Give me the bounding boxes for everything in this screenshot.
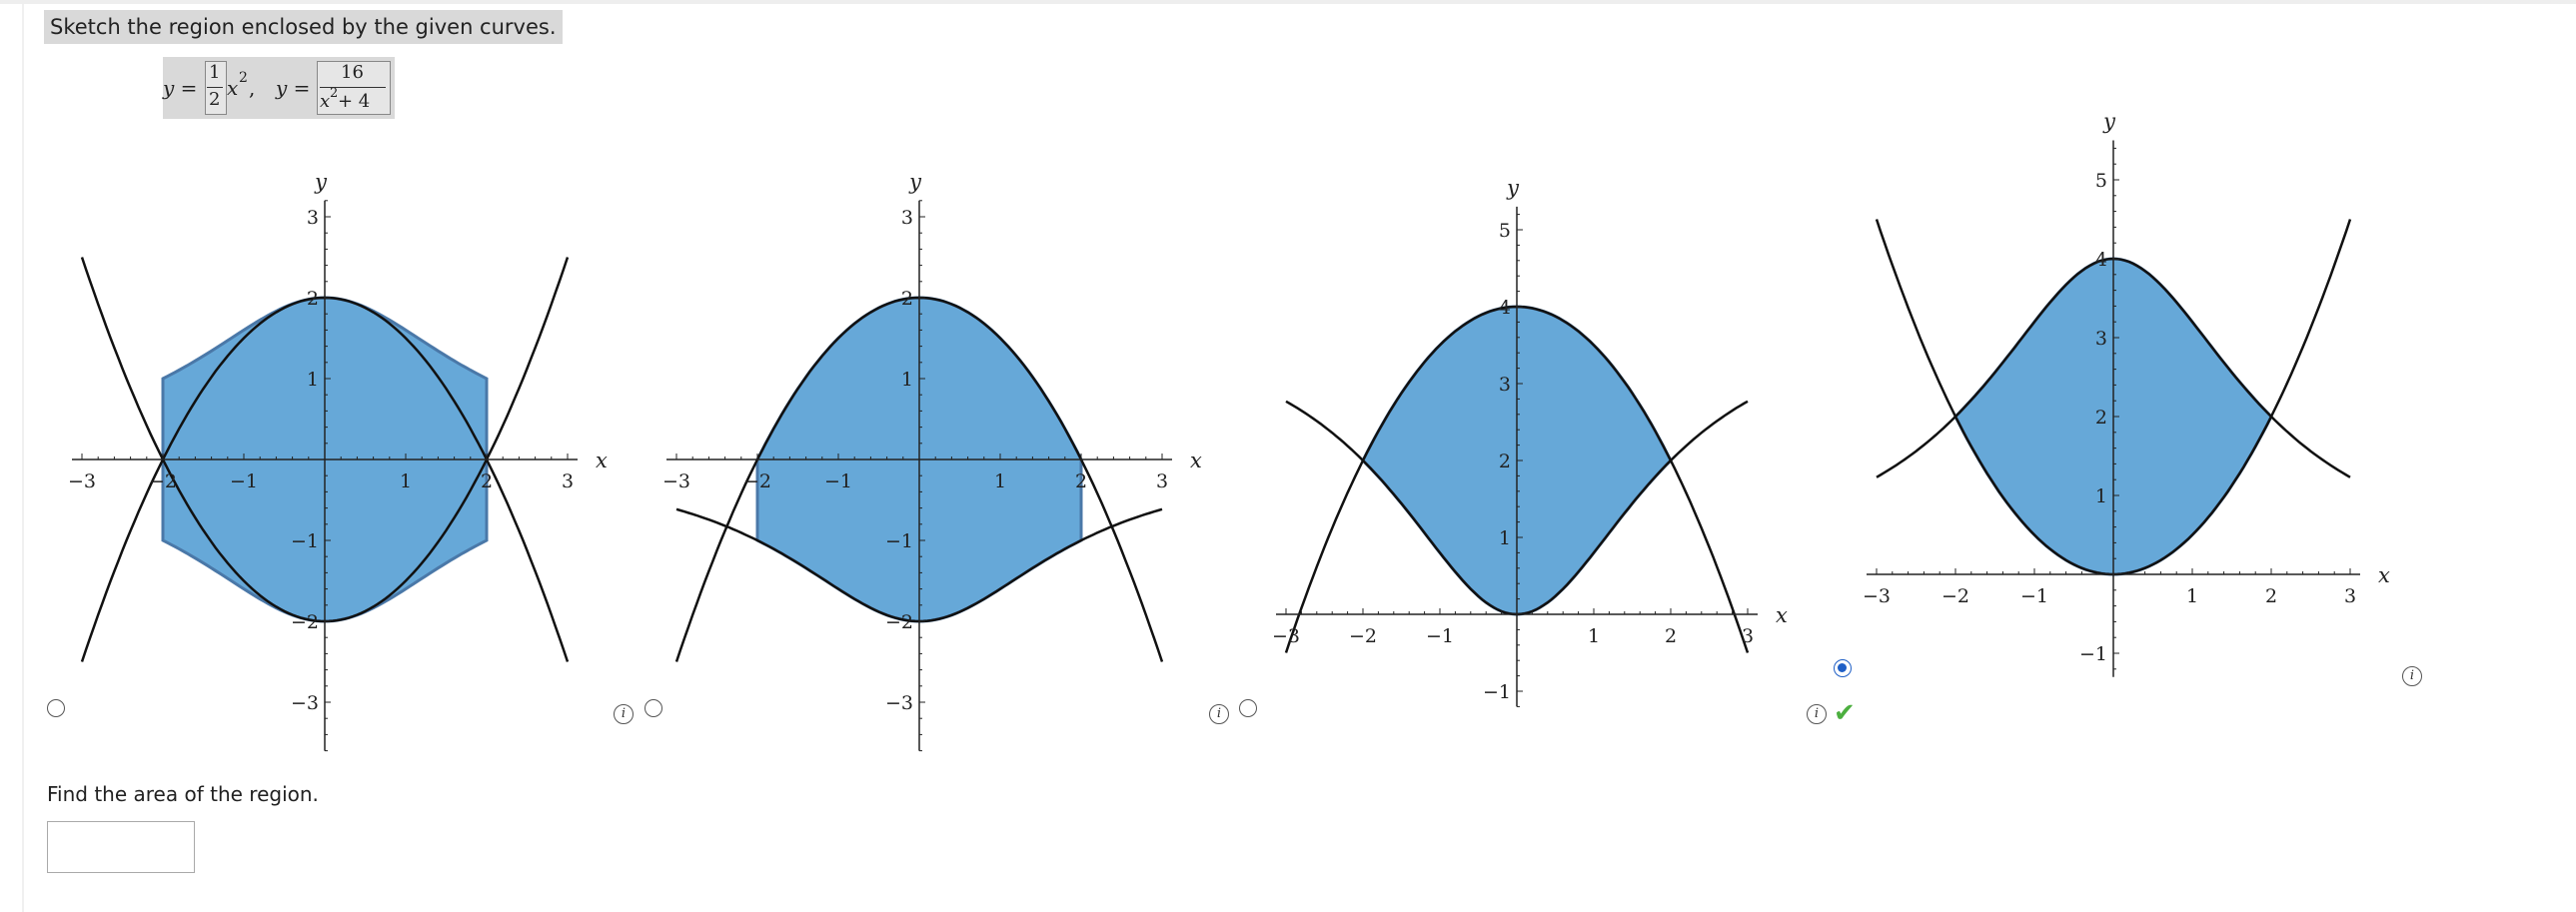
x-tick-label: −2 <box>149 470 177 492</box>
x-axis-label: x <box>1776 603 1788 627</box>
y-tick-label: 3 <box>1499 374 1511 396</box>
left-rule <box>22 4 24 912</box>
y-tick-label: −1 <box>885 530 913 552</box>
y2-lhs: y = <box>276 76 311 100</box>
x-tick-label: 3 <box>562 470 574 492</box>
curve-equations: y = 1 2 x 2 , y = 16 x 2 + 4 <box>163 57 395 119</box>
graph-option-b: −3 −2 −1 1 2 3−3−2−1123xy <box>662 170 1202 752</box>
y-tick-label: 1 <box>2095 485 2107 507</box>
y-tick-label: 3 <box>2095 328 2107 350</box>
y-tick-label: −1 <box>2079 643 2107 665</box>
y-tick-label: −2 <box>885 611 913 633</box>
y-tick-label: −3 <box>885 692 913 714</box>
x-tick-label: 2 <box>481 470 493 492</box>
y-tick-label: 3 <box>901 207 913 229</box>
y-axis-label: y <box>314 170 328 194</box>
graph-option-c: −3 −2 −1 1 2 3 −1 1 2 3 4 5 x y <box>1272 176 1788 707</box>
x-tick-label: 1 <box>2186 585 2198 607</box>
y1-num: 1 <box>209 62 221 83</box>
question-prompt: Sketch the region enclosed by the given … <box>44 10 563 44</box>
x-tick-label: −1 <box>824 470 852 492</box>
x-tick-label: −2 <box>743 470 771 492</box>
y1-exp: 2 <box>239 70 248 86</box>
x-tick-label: −3 <box>1863 585 1891 607</box>
x-tick-label: −1 <box>2020 585 2048 607</box>
y-tick-label: 4 <box>1499 297 1511 319</box>
y-tick-label: 1 <box>901 369 913 391</box>
y1-lhs: y = <box>163 76 198 100</box>
y-axis-label: y <box>2102 110 2116 134</box>
x-tick-label: 2 <box>1075 470 1087 492</box>
info-icon[interactable]: i <box>1807 704 1827 724</box>
y-tick-label: −1 <box>291 530 319 552</box>
separator: , <box>249 76 256 100</box>
y2-den-var: x <box>320 91 331 112</box>
find-area-label: Find the area of the region. <box>47 782 319 806</box>
y-tick-label: 2 <box>901 288 913 310</box>
y-tick-label: 5 <box>2095 170 2107 192</box>
info-icon[interactable]: i <box>1209 704 1229 724</box>
x-axis-label: x <box>596 449 608 472</box>
y-tick-label: 3 <box>307 207 319 229</box>
x-tick-label: −1 <box>1426 625 1454 647</box>
x-tick-label: 1 <box>994 470 1006 492</box>
radio-option-d[interactable] <box>1834 659 1852 677</box>
x-tick-label: −3 <box>68 470 96 492</box>
y-tick-label: 2 <box>2095 407 2107 429</box>
x-tick-label: −1 <box>230 470 258 492</box>
y-tick-label: −1 <box>1483 681 1511 703</box>
x-tick-label: 2 <box>2265 585 2277 607</box>
y-tick-label: 2 <box>1499 451 1511 472</box>
x-axis-label: x <box>2378 563 2390 587</box>
x-tick-label: 2 <box>1665 625 1677 647</box>
x-tick-label: −3 <box>662 470 690 492</box>
y-tick-label: 2 <box>307 288 319 310</box>
graph-option-a: −3 −2 −1 1 2 3−3−2−1123xy <box>68 170 608 752</box>
y-axis-label: y <box>1506 176 1520 200</box>
y-tick-label: −3 <box>291 692 319 714</box>
y-tick-label: 5 <box>1499 220 1511 242</box>
y-tick-label: 1 <box>307 369 319 391</box>
top-rule <box>0 0 2576 4</box>
radio-option-b[interactable] <box>644 699 662 717</box>
correct-check-icon: ✔ <box>1834 698 1856 728</box>
y2-num: 16 <box>341 62 364 83</box>
area-answer-input[interactable] <box>47 821 195 873</box>
x-tick-label: 3 <box>2344 585 2356 607</box>
y1-den: 2 <box>209 89 221 110</box>
x-tick-label: −2 <box>1941 585 1969 607</box>
x-tick-label: 1 <box>400 470 412 492</box>
x-tick-label: 3 <box>1156 470 1168 492</box>
x-axis-label: x <box>1190 449 1202 472</box>
y-tick-label: 1 <box>1499 527 1511 549</box>
x-tick-label: 3 <box>1742 625 1754 647</box>
y-tick-label: −2 <box>291 611 319 633</box>
x-tick-label: −3 <box>1272 625 1300 647</box>
radio-option-a[interactable] <box>47 699 65 717</box>
graph-option-d: −3 −2 −1 1 2 3 −1 1 2 3 4 5 x y <box>1863 110 2390 677</box>
radio-option-c[interactable] <box>1239 699 1257 717</box>
y1-var: x <box>227 76 239 100</box>
info-icon[interactable]: i <box>614 704 634 724</box>
x-tick-label: −2 <box>1349 625 1377 647</box>
x-tick-label: 1 <box>1588 625 1600 647</box>
info-icon[interactable]: i <box>2402 666 2422 686</box>
y-tick-label: 4 <box>2095 249 2107 271</box>
y1-frac-bar <box>207 87 223 88</box>
y-axis-label: y <box>908 170 922 194</box>
y2-den-rest: + 4 <box>338 91 371 112</box>
